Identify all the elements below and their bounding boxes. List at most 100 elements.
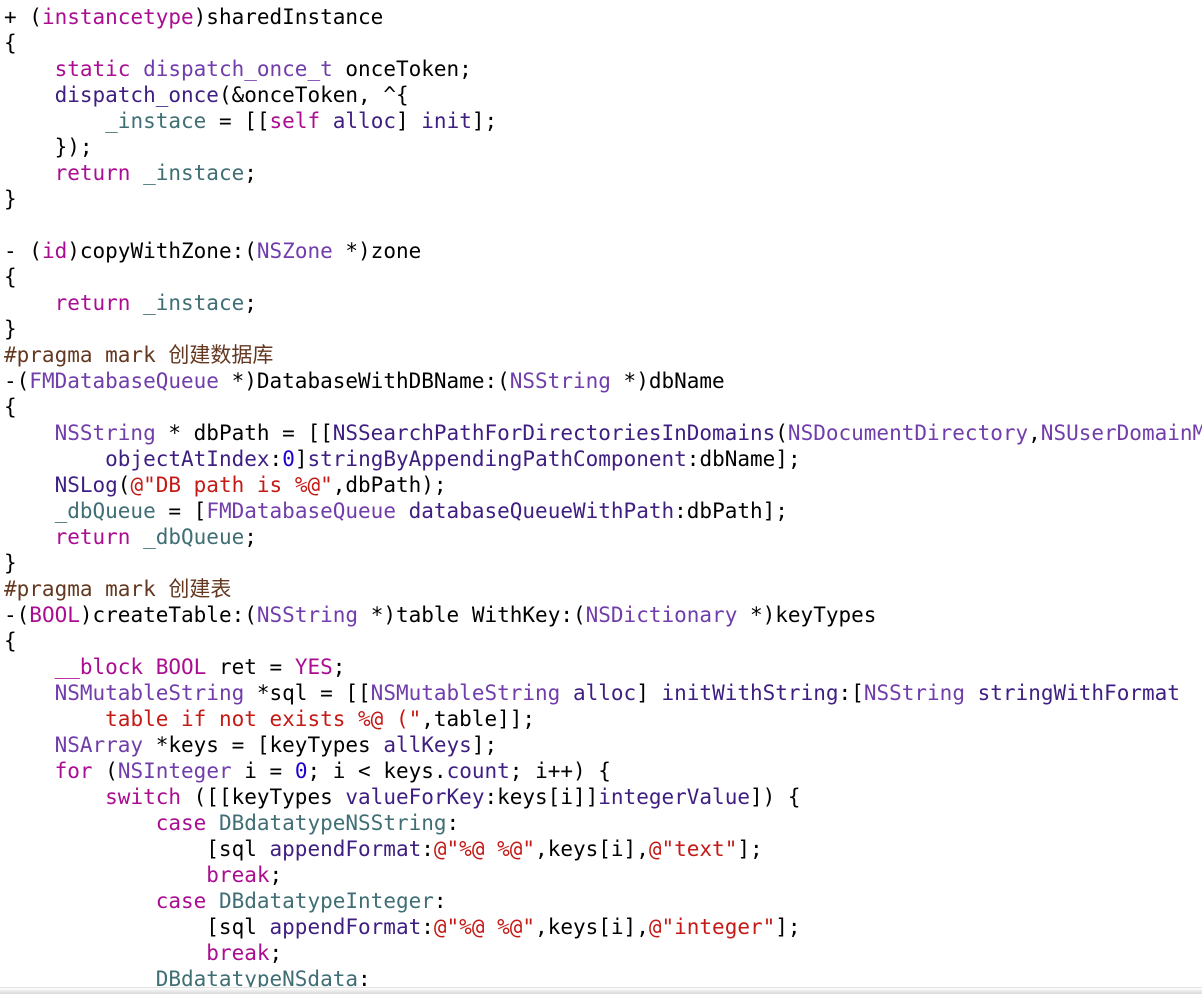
code-token: return [54,161,131,185]
code-line: } [4,186,1202,212]
code-line: break; [4,940,1202,966]
code-line: __block BOOL ret = YES; [4,654,1202,680]
code-token: NSString [509,369,611,393]
code-token: @"%@ %@" [433,837,536,861]
code-token: _instace [143,291,245,315]
code-token: count [446,759,510,783]
code-token: * dbPath = [[ [155,421,333,445]
code-token: )copyWithZone:( [67,239,257,263]
code-token: ,keys[i], [535,837,649,861]
code-token: { [4,629,17,653]
code-token: ] [395,109,422,133]
code-token: integerValue [598,785,750,809]
code-token: ; [332,655,346,679]
code-token: : [269,447,283,471]
code-token: { [4,395,17,419]
source-code-text[interactable]: + (instancetype)sharedInstance{ static d… [4,4,1202,992]
code-token: BOOL [155,655,207,679]
code-token: instancetype [41,5,194,29]
code-line: } [4,316,1202,342]
code-token: static [54,57,131,81]
code-token: , [1028,421,1041,445]
code-line: } [4,550,1202,576]
code-token: :dbPath]; [674,499,788,523]
code-token: ; i < keys. [307,759,447,783]
code-token: alloc [572,681,637,705]
code-token: case [155,889,207,913]
code-line: -(FMDatabaseQueue *)DatabaseWithDBName:(… [4,368,1202,394]
code-token: *)zone [332,239,422,263]
code-token: __block [54,655,144,679]
code-token: objectAtIndex [105,447,270,471]
code-line: { [4,264,1202,290]
code-line: dispatch_once(&onceToken, ^{ [4,82,1202,108]
code-token: for [54,759,93,783]
code-token: stringByAppendingPathComponent [307,447,687,471]
code-line: objectAtIndex:0]stringByAppendingPathCom… [4,446,1202,472]
code-token: 0 [294,759,308,783]
code-token: DBdatatypeInteger [218,889,434,913]
code-token: NSDocumentDirectory [787,421,1029,445]
code-token: switch [105,785,182,809]
code-line: { [4,628,1202,654]
code-token: NSZone [256,239,333,263]
code-token: BOOL [29,603,80,627]
code-token: ( [117,473,131,497]
code-token: } [4,317,17,341]
code-token: alloc [332,109,396,133]
code-token: return [54,525,131,549]
code-token: *)dbName [610,369,725,393]
code-token: : [446,811,460,835]
code-token: break [206,863,270,887]
code-token: self [269,109,321,133]
code-token: @"integer" [648,915,776,939]
code-token: onceToken; [332,57,472,81]
code-line: { [4,30,1202,56]
code-token: ; i++) { [509,759,611,783]
code-token: _dbQueue [143,525,245,549]
code-line: -(BOOL)createTable:(NSString *)table Wit… [4,602,1202,628]
code-token: + ( [4,5,42,29]
code-token: ] [294,447,308,471]
code-line: for (NSInteger i = 0; i < keys.count; i+… [4,758,1202,784]
code-line: #pragma mark 创建数据库 [4,342,1202,368]
code-token: { [4,265,17,289]
code-token: NSString [256,603,359,627]
code-token: i = [231,759,295,783]
code-token: FMDatabaseQueue [206,499,396,523]
code-token: :keys[i]] [484,785,599,809]
code-token: NSMutableString [370,681,561,705]
code-token: _instace [105,109,207,133]
code-token: -( [4,603,30,627]
code-token: _instace [143,161,245,185]
code-editor[interactable]: + (instancetype)sharedInstance{ static d… [0,0,1202,994]
code-token: ; [244,291,257,315]
code-token: NSInteger [117,759,232,783]
code-token: NSSearchPathForDirectoriesInDomains [332,421,776,445]
code-token: ] [636,681,662,705]
code-token: (&onceToken, ^{ [218,83,409,107]
code-token: NSArray [54,733,144,757]
code-token: = [[ [206,109,270,133]
code-token: NSString [54,421,156,445]
code-token: }); [4,135,93,159]
code-token: NSString [863,681,965,705]
code-token: ret = [206,655,295,679]
code-token: ]) { [749,785,801,809]
code-line: NSArray *keys = [keyTypes allKeys]; [4,732,1202,758]
